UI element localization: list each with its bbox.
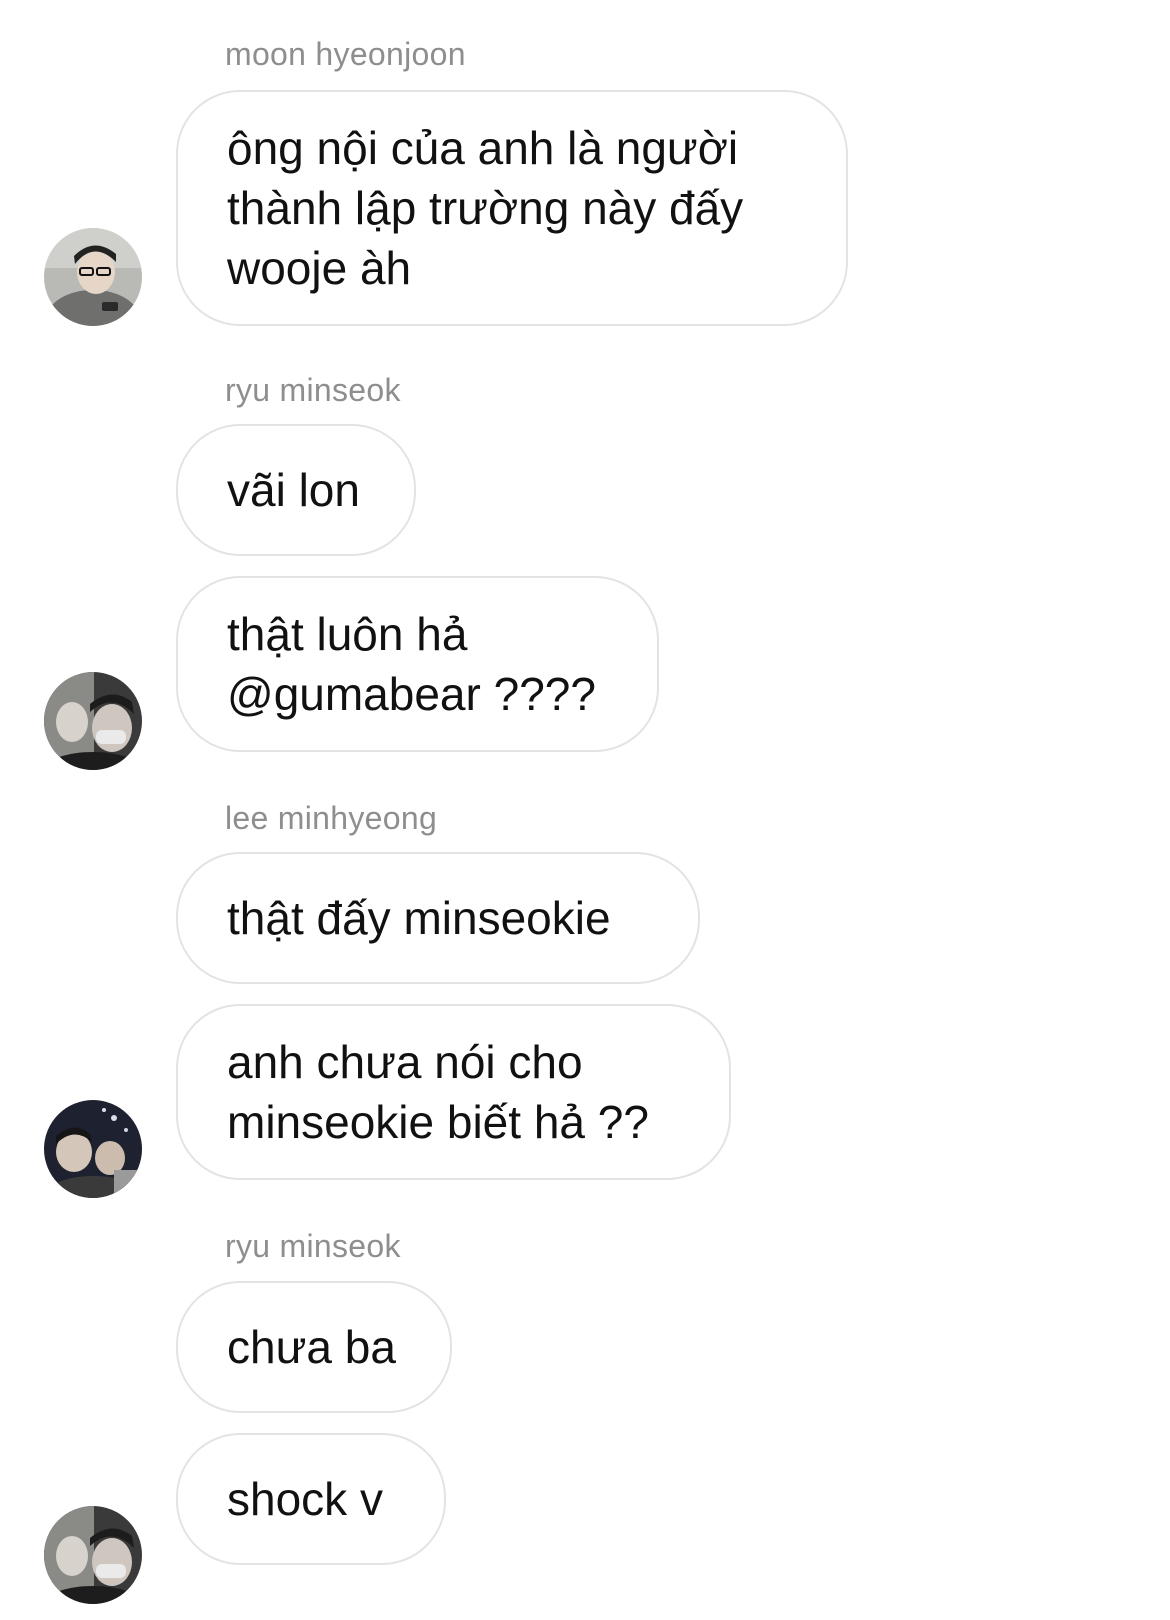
message-bubble[interactable]: anh chưa nói cho minseokie biết hả ?? — [176, 1004, 731, 1180]
message-bubble[interactable]: thật luôn hả @gumabear ???? — [176, 576, 659, 752]
message-bubble[interactable]: shock v — [176, 1433, 446, 1565]
message-bubble[interactable]: ông nội của anh là người thành lập trườn… — [176, 90, 848, 326]
message-bubble[interactable]: thật đấy minseokie — [176, 852, 700, 984]
message-text: shock v — [227, 1473, 383, 1525]
message-bubble[interactable]: vãi lon — [176, 424, 416, 556]
message-text: vãi lon — [227, 464, 360, 516]
sender-name: moon hyeonjoon — [225, 36, 466, 72]
sender-name: lee minhyeong — [225, 800, 438, 836]
avatar-ryu-minseok-icon[interactable] — [44, 1506, 142, 1604]
avatar-lee-minhyeong-icon[interactable] — [44, 1100, 142, 1198]
message-text: chưa ba — [227, 1321, 396, 1373]
sender-name: ryu minseok — [225, 1228, 401, 1264]
message-bubble[interactable]: chưa ba — [176, 1281, 452, 1413]
avatar-ryu-minseok-icon[interactable] — [44, 672, 142, 770]
message-text: ông nội của anh là người thành lập trườn… — [227, 122, 744, 294]
message-text: thật đấy minseokie — [227, 892, 611, 944]
message-text: anh chưa nói cho minseokie biết hả ?? — [227, 1036, 649, 1148]
avatar-moon-hyeonjoon-icon[interactable] — [44, 228, 142, 326]
sender-name: ryu minseok — [225, 372, 401, 408]
message-text: thật luôn hả @gumabear ???? — [227, 608, 596, 720]
